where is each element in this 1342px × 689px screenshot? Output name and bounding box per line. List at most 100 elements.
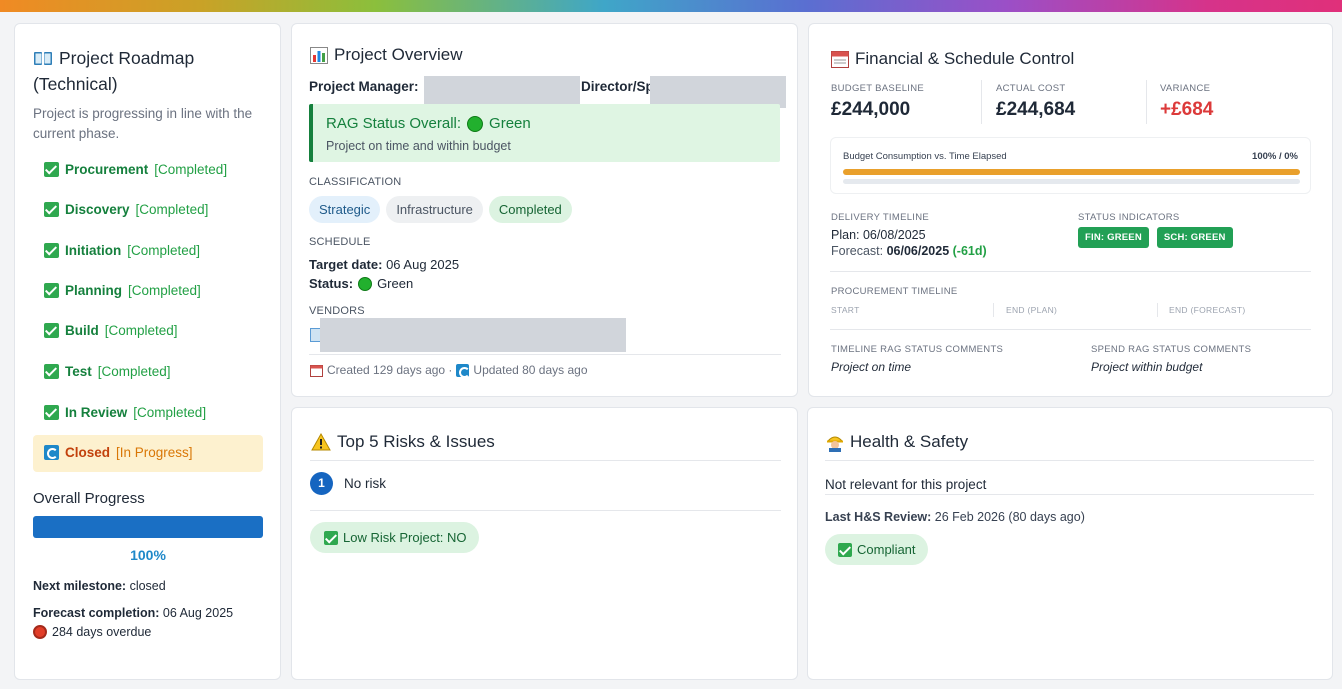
budget-baseline-value: £244,000	[831, 99, 911, 120]
refresh-icon	[44, 445, 59, 460]
rag-status-desc: Project on time and within budget	[326, 139, 511, 153]
calendar-icon	[310, 364, 323, 377]
check-icon	[44, 202, 59, 217]
warning-icon	[311, 433, 331, 451]
tag-strategic: Strategic	[309, 196, 381, 223]
roadmap-item-build: Build [Completed]	[44, 323, 178, 338]
overall-progress-bar	[33, 516, 263, 538]
metric-divider	[1146, 80, 1147, 124]
actual-cost-label: ACTUAL COST	[996, 83, 1066, 94]
check-icon	[838, 542, 852, 557]
compliant-badge: Compliant	[825, 534, 928, 565]
check-icon	[44, 364, 59, 379]
delivery-timeline-label: DELIVERY TIMELINE	[831, 212, 930, 223]
proc-divider	[993, 303, 994, 317]
health-safety-title: Health & Safety	[826, 432, 968, 452]
roadmap-item-in-review: In Review [Completed]	[44, 405, 206, 420]
top-gradient-bar	[0, 0, 1342, 12]
green-circle-icon	[358, 276, 373, 291]
overall-progress-fill	[33, 516, 263, 538]
overview-divider	[309, 354, 781, 355]
budget-consumption-box: Budget Consumption vs. Time Elapsed 100%…	[830, 137, 1311, 194]
procurement-timeline-label: PROCUREMENT TIMELINE	[831, 286, 958, 297]
proc-col-start: START	[831, 305, 860, 315]
schedule-label: SCHEDULE	[309, 236, 371, 248]
financial-divider	[830, 329, 1311, 330]
budget-bar	[843, 169, 1300, 175]
bar-chart-icon	[310, 46, 328, 64]
next-milestone: Next milestone: closed	[33, 579, 166, 593]
health-divider	[825, 460, 1314, 461]
check-icon	[44, 405, 59, 420]
schedule-status: Status: Green	[309, 276, 414, 291]
refresh-icon	[456, 363, 471, 378]
proc-divider	[1157, 303, 1158, 317]
low-risk-badge: Low Risk Project: NO	[310, 522, 479, 553]
roadmap-item-closed: Closed [In Progress]	[44, 445, 193, 460]
tag-infrastructure: Infrastructure	[386, 196, 483, 223]
overdue-status: 284 days overdue	[33, 625, 151, 639]
financial-card	[808, 23, 1333, 397]
forecast-completion: Forecast completion: 06 Aug 2025	[33, 606, 234, 620]
status-indicator-badges: FIN: GREEN SCH: GREEN	[1078, 227, 1233, 248]
rag-status-title: RAG Status Overall: Green	[326, 115, 531, 132]
check-icon	[44, 243, 59, 258]
risks-divider	[310, 510, 781, 511]
redacted-vendor	[320, 318, 626, 352]
timeline-comment: Project on time	[831, 360, 912, 374]
last-hs-review: Last H&S Review: 26 Feb 2026 (80 days ag…	[825, 510, 1085, 524]
risk-item: 1 No risk	[310, 472, 386, 495]
proc-col-end-forecast: END (FORECAST)	[1169, 305, 1246, 315]
sch-green-badge: SCH: GREEN	[1156, 227, 1233, 248]
fin-green-badge: FIN: GREEN	[1078, 227, 1149, 248]
roadmap-item-initiation: Initiation [Completed]	[44, 243, 200, 258]
hs-relevance: Not relevant for this project	[825, 477, 987, 492]
timeline-comment-label: TIMELINE RAG STATUS COMMENTS	[831, 344, 1004, 355]
risk-number-badge: 1	[310, 472, 333, 495]
target-date: Target date: 06 Aug 2025	[309, 257, 460, 272]
rag-status-box: RAG Status Overall: Green Project on tim…	[309, 104, 780, 162]
tag-completed: Completed	[488, 196, 572, 223]
time-bar	[843, 179, 1300, 184]
plan-date: Plan: 06/08/2025	[831, 228, 926, 242]
roadmap-title: Project Roadmap	[33, 48, 273, 69]
check-icon	[44, 283, 59, 298]
roadmap-item-test: Test [Completed]	[44, 364, 171, 379]
status-indicators-label: STATUS INDICATORS	[1078, 212, 1180, 223]
roadmap-subtitle: Project is progressing in line with the …	[33, 106, 253, 141]
roadmap-title-line1: Project Roadmap	[59, 48, 195, 68]
consumption-label: Budget Consumption vs. Time Elapsed	[843, 151, 1007, 162]
red-circle-icon	[33, 625, 47, 639]
roadmap-item-planning: Planning [Completed]	[44, 283, 201, 298]
variance-label: VARIANCE	[1160, 83, 1211, 94]
health-divider	[825, 494, 1314, 495]
budget-bar-fill	[843, 169, 1300, 175]
construction-worker-icon	[826, 436, 844, 452]
budget-baseline-label: BUDGET BASELINE	[831, 83, 925, 94]
activity-meta: Created 129 days ago · Updated 80 days a…	[310, 363, 588, 378]
forecast-date: Forecast: 06/06/2025 (-61d)	[831, 244, 987, 258]
overall-progress-percent: 100%	[130, 547, 166, 563]
consumption-value: 100% / 0%	[1252, 151, 1298, 162]
variance-value: +£684	[1160, 99, 1214, 120]
classification-label: CLASSIFICATION	[309, 176, 402, 188]
book-icon	[34, 52, 52, 65]
spend-comment: Project within budget	[1091, 360, 1203, 374]
classification-tags: Strategic Infrastructure Completed	[309, 196, 572, 223]
vendors-label: VENDORS	[309, 305, 365, 317]
project-manager-label: Project Manager:	[309, 79, 419, 94]
financial-title: Financial & Schedule Control	[831, 49, 1074, 69]
roadmap-title-line2: (Technical)	[33, 74, 118, 94]
risks-divider	[310, 460, 781, 461]
roadmap-item-procurement: Procurement [Completed]	[44, 162, 227, 177]
risks-title: Top 5 Risks & Issues	[311, 432, 495, 452]
spend-comment-label: SPEND RAG STATUS COMMENTS	[1091, 344, 1252, 355]
check-icon	[324, 530, 338, 545]
proc-col-end-plan: END (PLAN)	[1006, 305, 1058, 315]
green-circle-icon	[467, 115, 484, 132]
director-label: Director/Sp	[581, 79, 654, 94]
metric-divider	[981, 80, 982, 124]
roadmap-item-discovery: Discovery [Completed]	[44, 202, 208, 217]
overall-progress-label: Overall Progress	[33, 490, 145, 507]
financial-divider	[830, 271, 1311, 272]
